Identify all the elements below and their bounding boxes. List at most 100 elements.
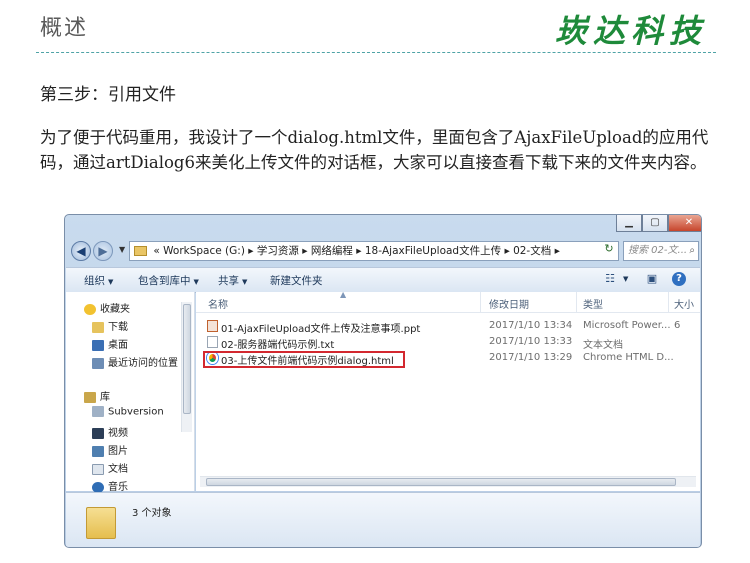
search-icon[interactable]: ⌕ (689, 242, 695, 260)
scrollbar-thumb[interactable] (183, 304, 191, 414)
file-type: 文本文档 (583, 340, 623, 351)
nav-item-label: 最近访问的位置 (108, 358, 178, 369)
address-segment[interactable]: 网络编程 (311, 245, 353, 257)
music-icon (92, 481, 104, 493)
nav-item-desktop[interactable]: 桌面 (92, 336, 128, 351)
recent-places-icon (92, 357, 104, 369)
address-segment[interactable]: 学习资源 (257, 245, 299, 257)
column-headers: ▲ 名称 修改日期 类型 大小 (196, 290, 700, 313)
desktop-icon (92, 339, 104, 351)
pictures-icon (92, 445, 104, 457)
new-folder-button[interactable]: 新建文件夹 (270, 273, 323, 288)
help-icon[interactable]: ? (672, 272, 686, 286)
address-separator[interactable]: ▸ (356, 245, 361, 257)
address-segment[interactable]: 18-AjaxFileUpload文件上传 (365, 245, 501, 257)
command-bar: 组织 ▼ 包含到库中 ▼ 共享 ▼ 新建文件夹 ☷ ▼ ▣ ? (66, 267, 700, 293)
nav-item-label: 桌面 (108, 340, 128, 351)
forward-arrow-icon: ▶ (98, 244, 108, 258)
folder-icon (86, 507, 116, 539)
column-modified[interactable]: 修改日期 (489, 296, 529, 311)
share-menu[interactable]: 共享 ▼ (218, 273, 247, 288)
chevron-down-icon: ▼ (193, 278, 199, 286)
nav-item-downloads[interactable]: 下载 (92, 318, 128, 333)
nav-scrollbar[interactable] (181, 302, 192, 432)
address-separator[interactable]: ▸ (504, 245, 509, 257)
organize-menu[interactable]: 组织 ▼ (84, 273, 113, 288)
file-size: 6 (674, 320, 681, 331)
back-arrow-icon: ◀ (76, 244, 86, 258)
horizontal-scrollbar[interactable] (200, 476, 696, 487)
address-separator[interactable]: ▸ (302, 245, 307, 257)
chevron-down-icon: ▼ (242, 278, 248, 286)
address-separator[interactable]: ▸ (555, 245, 560, 257)
file-row[interactable]: 01-AjaxFileUpload文件上传及注意事项.ppt 2017/1/10… (196, 318, 700, 335)
window-controls: ▁ ▢ ✕ (616, 215, 701, 233)
nav-item-label: 文档 (108, 464, 128, 475)
nav-item-pictures[interactable]: 图片 (92, 442, 128, 457)
address-prefix: « (153, 245, 160, 257)
forward-button[interactable]: ▶ (93, 241, 113, 261)
nav-item-recent[interactable]: 最近访问的位置 (92, 354, 178, 369)
column-name[interactable]: 名称 (208, 296, 228, 311)
search-placeholder: 搜索 02-文... (628, 245, 688, 256)
minimize-button[interactable]: ▁ (616, 215, 642, 232)
column-divider[interactable] (480, 292, 481, 312)
search-input[interactable]: 搜索 02-文... ⌕ (623, 241, 699, 261)
star-icon (84, 303, 96, 315)
nav-item-videos[interactable]: 视频 (92, 424, 128, 439)
libraries-icon (84, 391, 96, 403)
back-button[interactable]: ◀ (71, 241, 91, 261)
nav-item-music[interactable]: 音乐 (92, 478, 128, 493)
include-in-library-menu[interactable]: 包含到库中 ▼ (138, 273, 199, 288)
maximize-button[interactable]: ▢ (642, 215, 668, 232)
file-type: Microsoft Power... (583, 320, 671, 331)
column-divider[interactable] (576, 292, 577, 312)
nav-item-label: Subversion (108, 406, 164, 418)
description-paragraph: 为了便于代码重用，我设计了一个dialog.html文件，里面包含了AjaxFi… (40, 128, 709, 172)
column-divider[interactable] (668, 292, 669, 312)
address-segment[interactable]: WorkSpace (G:) (163, 245, 245, 257)
sort-up-icon: ▲ (340, 290, 347, 299)
file-type: Chrome HTML D... (583, 352, 674, 363)
folder-icon (134, 246, 147, 256)
column-size[interactable]: 大小 (674, 296, 694, 311)
videos-icon (92, 427, 104, 439)
brand-logo-text: 崁达科技 (555, 12, 708, 50)
header-divider (36, 52, 716, 53)
column-type[interactable]: 类型 (583, 296, 603, 311)
include-in-library-label: 包含到库中 (138, 275, 191, 287)
nav-item-libraries[interactable]: 库 (84, 388, 110, 403)
nav-item-favorites[interactable]: 收藏夹 (84, 300, 130, 315)
nav-item-label: 视频 (108, 428, 128, 439)
highlight-box (203, 351, 405, 368)
address-bar[interactable]: « WorkSpace (G:) ▸ 学习资源 ▸ 网络编程 ▸ 18-Ajax… (129, 241, 619, 261)
address-segment[interactable]: 02-文档 (513, 245, 551, 257)
refresh-icon[interactable]: ↻ (601, 242, 617, 256)
nav-item-subversion[interactable]: Subversion (92, 406, 164, 418)
details-pane: 3 个对象 (66, 492, 700, 547)
address-separator[interactable]: ▸ (248, 245, 253, 257)
close-button[interactable]: ✕ (668, 215, 701, 232)
nav-item-label: 收藏夹 (100, 304, 130, 315)
subversion-icon (92, 406, 104, 417)
file-modified: 2017/1/10 13:29 (489, 352, 573, 363)
preview-pane-icon[interactable]: ▣ (644, 272, 660, 286)
organize-label: 组织 (84, 275, 105, 287)
step-heading: 第三步：引用文件 (40, 85, 176, 105)
view-options-icon[interactable]: ☷ (602, 272, 618, 286)
nav-item-documents[interactable]: 文档 (92, 460, 128, 475)
share-label: 共享 (218, 275, 239, 287)
ppt-icon (207, 320, 218, 332)
view-dropdown[interactable]: ▼ (620, 272, 628, 284)
file-row[interactable]: 02-服务器端代码示例.txt 2017/1/10 13:33 文本文档 (196, 334, 700, 351)
file-name: 01-AjaxFileUpload文件上传及注意事项.ppt (221, 324, 421, 335)
file-list: ▲ 名称 修改日期 类型 大小 01-AjaxFileUpload文件上传及注意… (196, 290, 700, 491)
scrollbar-thumb[interactable] (206, 478, 676, 486)
slide-title: 概述 (40, 16, 89, 41)
downloads-folder-icon (92, 321, 104, 333)
recent-pages-dropdown[interactable]: ▼ (119, 245, 125, 254)
file-name: 02-服务器端代码示例.txt (221, 340, 335, 351)
txt-icon (207, 336, 218, 348)
file-modified: 2017/1/10 13:33 (489, 336, 573, 347)
documents-icon (92, 463, 104, 475)
